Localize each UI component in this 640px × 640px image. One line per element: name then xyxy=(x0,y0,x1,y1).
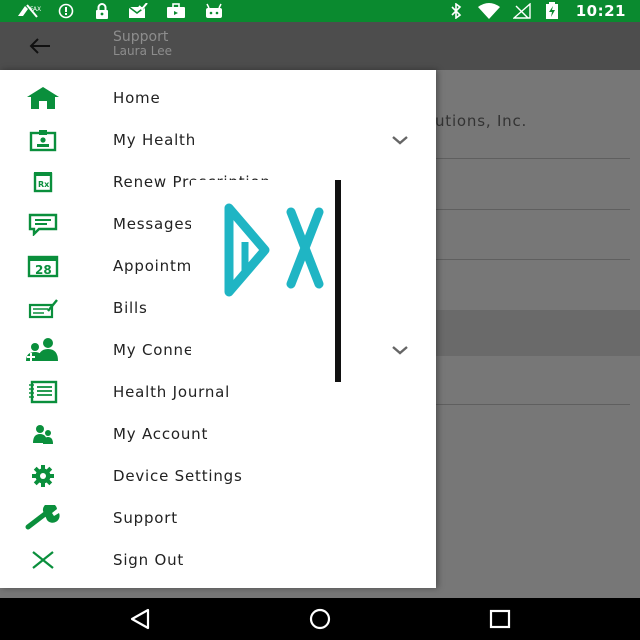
chevron-down-icon[interactable] xyxy=(388,341,412,359)
overlay-divider xyxy=(335,180,341,382)
menu-item-home[interactable]: Home xyxy=(0,77,436,119)
connections-icon xyxy=(22,337,64,363)
home-icon xyxy=(22,85,64,111)
briefcase-icon xyxy=(164,3,188,19)
back-button[interactable] xyxy=(24,32,56,60)
svg-text:Rx: Rx xyxy=(38,180,50,189)
no-sim-icon: FAX xyxy=(14,3,42,19)
arrow-left-icon xyxy=(29,38,50,54)
dx-logo-icon xyxy=(224,203,324,297)
svg-text:28: 28 xyxy=(35,263,52,277)
nav-back-button[interactable] xyxy=(120,606,160,632)
divider xyxy=(430,404,630,405)
bluetooth-icon xyxy=(446,3,466,19)
nav-recents-button[interactable] xyxy=(480,606,520,632)
calendar-icon: 28 xyxy=(22,253,64,279)
info-circle-icon xyxy=(56,3,76,19)
menu-item-label: Device Settings xyxy=(113,467,243,485)
menu-item-my-account[interactable]: My Account xyxy=(0,413,436,455)
divider xyxy=(430,158,630,159)
android-icon xyxy=(202,3,226,19)
svg-text:FAX: FAX xyxy=(30,6,41,13)
overlay-logo xyxy=(191,180,341,382)
lock-icon xyxy=(92,3,112,19)
menu-item-label: Sign Out xyxy=(113,551,185,569)
app-bar: Support Laura Lee xyxy=(0,22,640,70)
nav-home-button[interactable] xyxy=(300,606,340,632)
menu-item-label: Home xyxy=(113,89,161,107)
wrench-icon xyxy=(22,505,64,531)
menu-item-label: My Account xyxy=(113,425,209,443)
menu-item-label: Support xyxy=(113,509,178,527)
home-circle-icon xyxy=(309,608,331,630)
page-subtitle: Laura Lee xyxy=(113,44,172,58)
recents-square-icon xyxy=(489,609,511,629)
divider xyxy=(430,209,630,210)
back-triangle-icon xyxy=(130,608,150,630)
menu-item-device-settings[interactable]: Device Settings xyxy=(0,455,436,497)
menu-item-label: My Health xyxy=(113,131,197,149)
status-time: 10:21 xyxy=(575,2,626,20)
status-bar: FAX 10:21 xyxy=(0,0,640,22)
prescription-icon: Rx xyxy=(22,169,64,195)
health-id-icon xyxy=(22,127,64,153)
divider xyxy=(430,259,630,260)
menu-item-sign-out[interactable]: Sign Out xyxy=(0,539,436,581)
chevron-down-icon[interactable] xyxy=(388,131,412,149)
menu-item-label: Messages xyxy=(113,215,193,233)
signal-icon xyxy=(510,3,534,19)
page-title: Support xyxy=(113,29,169,45)
mail-check-icon xyxy=(126,3,150,19)
journal-icon xyxy=(22,379,64,405)
menu-item-my-health[interactable]: My Health xyxy=(0,119,436,161)
menu-item-label: Bills xyxy=(113,299,148,317)
account-icon xyxy=(22,421,64,447)
bill-icon xyxy=(22,295,64,321)
battery-charging-icon xyxy=(542,2,562,19)
system-nav-bar xyxy=(0,598,640,640)
message-icon xyxy=(22,211,64,237)
gear-icon xyxy=(22,463,64,489)
menu-item-support[interactable]: Support xyxy=(0,497,436,539)
close-icon xyxy=(22,547,64,573)
company-name: lutions, Inc. xyxy=(430,112,528,130)
highlighted-row xyxy=(430,310,640,356)
menu-item-label: Health Journal xyxy=(113,383,231,401)
wifi-icon xyxy=(474,3,504,19)
screen: FAX 10:21 Support Laura Lee lutions, Inc… xyxy=(0,0,640,640)
